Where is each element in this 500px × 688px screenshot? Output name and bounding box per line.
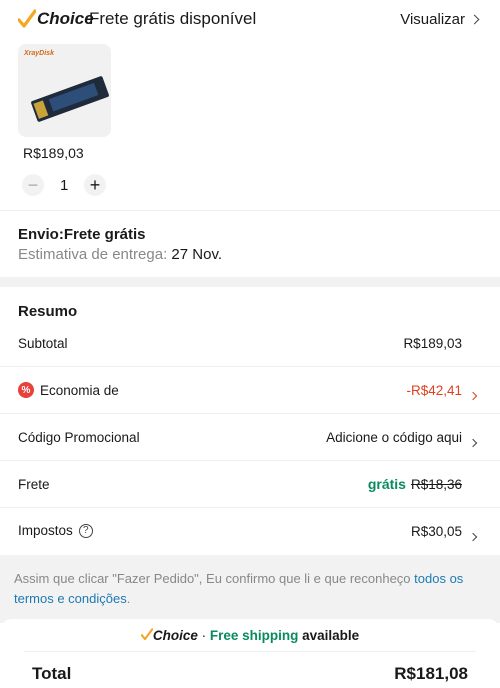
quantity-value: 1 xyxy=(60,177,69,194)
choice-free-shipping-banner: Choice · Free shipping available xyxy=(0,628,500,643)
choice-label: Choice xyxy=(37,9,94,28)
choice-logo: Choice xyxy=(18,9,94,29)
subtotal-label: Subtotal xyxy=(18,336,68,351)
taxes-row[interactable]: Impostos ? R$30,05 xyxy=(0,508,500,555)
freight-value: grátis R$18,36 xyxy=(368,476,462,492)
ssd-image xyxy=(30,75,110,123)
promo-value: Adicione o código aqui xyxy=(326,430,462,445)
quantity-plus-button[interactable]: + xyxy=(84,174,106,196)
delivery-date: 27 Nov. xyxy=(171,246,223,263)
product-image[interactable]: XrayDisk xyxy=(18,44,111,137)
discount-value: -R$42,41 xyxy=(406,383,462,398)
help-icon[interactable]: ? xyxy=(78,523,93,538)
total-label: Total xyxy=(32,664,72,683)
shipping-label: Envio:Frete grátis xyxy=(18,226,146,243)
total-value: R$181,08 xyxy=(394,664,468,683)
taxes-value: R$30,05 xyxy=(410,524,462,539)
chevron-right-icon xyxy=(469,14,480,25)
freight-free: grátis xyxy=(367,476,406,492)
divider xyxy=(24,651,476,652)
footer-choice-label: Choice xyxy=(152,628,198,643)
terms-end: . xyxy=(126,591,131,606)
chevron-right-icon xyxy=(468,438,478,448)
delivery-estimate: Estimativa de entrega: 27 Nov. xyxy=(18,246,222,263)
freight-row: Frete grátis R$18,36 xyxy=(0,461,500,508)
minus-icon: − xyxy=(27,175,39,195)
choice-header: Choice Frete grátis disponível Visualiza… xyxy=(0,0,500,40)
view-button[interactable]: Visualizar xyxy=(400,11,480,28)
freight-label: Frete xyxy=(18,477,50,492)
terms-text: Assim que clicar "Fazer Pedido", Eu conf… xyxy=(14,569,492,609)
free-shipping-title: Frete grátis disponível xyxy=(89,9,257,28)
taxes-label: Impostos xyxy=(18,523,73,538)
subtotal-row: Subtotal R$189,03 xyxy=(0,320,500,367)
delivery-label: Estimativa de entrega: xyxy=(18,246,172,263)
plus-icon: + xyxy=(89,175,101,195)
divider xyxy=(0,210,500,211)
product-price: R$189,03 xyxy=(23,145,84,161)
product-brand: XrayDisk xyxy=(24,50,54,57)
chevron-right-icon xyxy=(468,391,478,401)
freight-original-price: R$18,36 xyxy=(410,477,462,492)
choice-check-icon xyxy=(18,9,36,28)
choice-check-icon xyxy=(140,628,154,641)
quantity-minus-button[interactable]: − xyxy=(22,174,44,196)
banner-separator: · xyxy=(197,628,210,643)
percent-icon: % xyxy=(18,382,34,398)
subtotal-value: R$189,03 xyxy=(403,336,462,351)
promo-code-row[interactable]: Código Promocional Adicione o código aqu… xyxy=(0,414,500,461)
available-text: available xyxy=(298,628,360,643)
section-separator xyxy=(0,277,500,287)
terms-statement: Assim que clicar "Fazer Pedido", Eu conf… xyxy=(14,571,415,586)
promo-label: Código Promocional xyxy=(18,430,140,445)
chevron-right-icon xyxy=(468,532,478,542)
view-label: Visualizar xyxy=(400,11,465,28)
discount-row[interactable]: % Economia de -R$42,41 xyxy=(0,367,500,414)
discount-label: Economia de xyxy=(40,382,119,398)
free-shipping-text: Free shipping xyxy=(209,628,299,643)
summary-title: Resumo xyxy=(18,303,78,320)
